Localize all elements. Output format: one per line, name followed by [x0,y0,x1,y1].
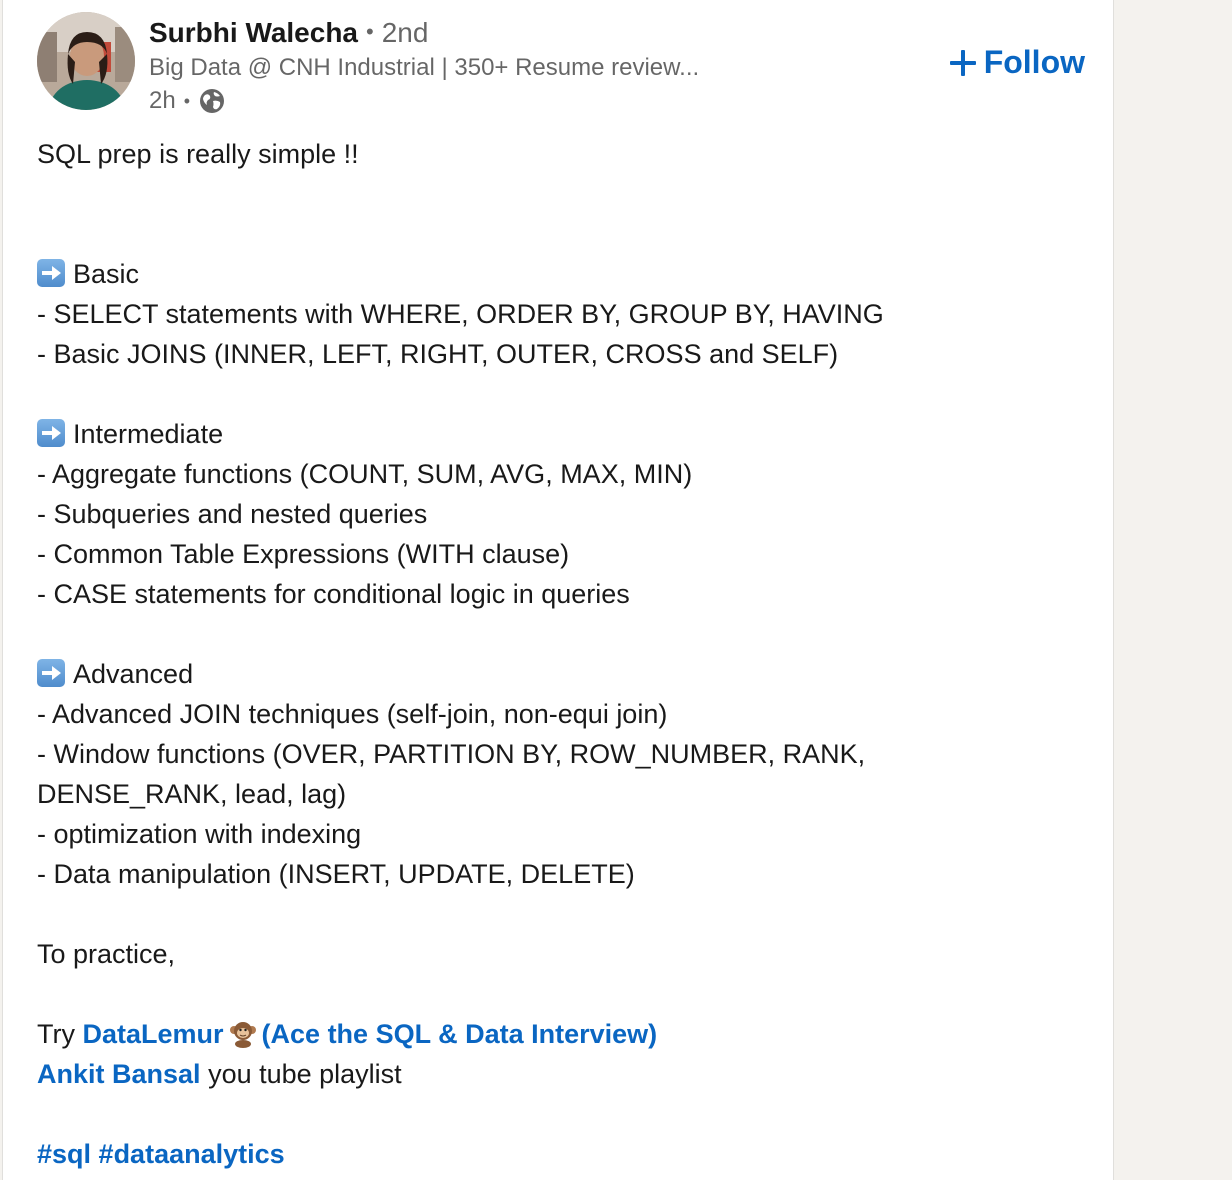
post-body: SQL prep is really simple !! Basic - SEL… [37,134,1097,1174]
post-header: Surbhi Walecha • 2nd Big Data @ CNH Indust… [3,0,1115,130]
ankit-bansal-link[interactable]: Ankit Bansal [37,1059,201,1089]
hashtag-sql[interactable]: #sql [37,1139,91,1169]
arrow-right-icon [37,659,65,687]
follow-label: Follow [983,44,1085,80]
list-item: - Advanced JOIN techniques (self-join, n… [37,699,668,729]
post-intro: SQL prep is really simple !! [37,139,359,169]
list-item: - Data manipulation (INSERT, UPDATE, DEL… [37,859,635,889]
arrow-right-icon [37,419,65,447]
monkey-emoji-icon [229,1022,256,1048]
author-headline[interactable]: Big Data @ CNH Industrial | 350+ Resume … [149,52,699,84]
list-item: - optimization with indexing [37,819,362,849]
post-card: Surbhi Walecha • 2nd Big Data @ CNH Indust… [2,0,1114,1180]
arrow-right-icon [37,259,65,287]
try-line: Try DataLemur (Ace the SQL & Data Interv… [37,1014,1097,1054]
post-time[interactable]: 2h [149,86,176,116]
datalemur-link[interactable]: DataLemur [83,1019,224,1049]
hashtags: #sql #dataanalytics [37,1134,1097,1174]
follow-button[interactable]: Follow [949,44,1085,81]
section-heading-basic: Basic [37,254,1097,294]
list-item: - Subqueries and nested queries [37,499,428,529]
author-name-line: Surbhi Walecha • 2nd [149,14,428,51]
post-meta: 2h • [149,86,226,116]
list-item: - Window functions (OVER, PARTITION BY, … [37,739,866,769]
author-name[interactable]: Surbhi Walecha [149,17,358,48]
avatar-image [37,12,135,110]
connection-degree: 2nd [381,17,429,48]
list-item: - Aggregate functions (COUNT, SUM, AVG, … [37,459,693,489]
plus-icon [949,49,976,76]
datalemur-tagline-link[interactable]: (Ace the SQL & Data Interview) [262,1019,658,1049]
list-item: - Common Table Expressions (WITH clause) [37,539,570,569]
globe-icon [200,89,225,113]
hashtag-dataanalytics[interactable]: #dataanalytics [99,1139,285,1169]
list-item: - CASE statements for conditional logic … [37,579,630,609]
list-item: DENSE_RANK, lead, lag) [37,779,347,809]
ankit-line: Ankit Bansal you tube playlist [37,1054,1097,1094]
try-prefix: Try [37,1019,75,1049]
list-item: - SELECT statements with WHERE, ORDER BY… [37,299,884,329]
time-separator: • [183,91,191,111]
ankit-suffix: you tube playlist [208,1059,402,1089]
section-heading-intermediate: Intermediate [37,414,1097,454]
list-item: - Basic JOINS (INNER, LEFT, RIGHT, OUTER… [37,339,839,369]
avatar[interactable] [37,12,135,110]
page-gutter [1114,0,1232,1180]
section-heading-advanced: Advanced [37,654,1097,694]
name-separator: • [366,19,374,44]
practice-intro: To practice, [37,939,176,969]
